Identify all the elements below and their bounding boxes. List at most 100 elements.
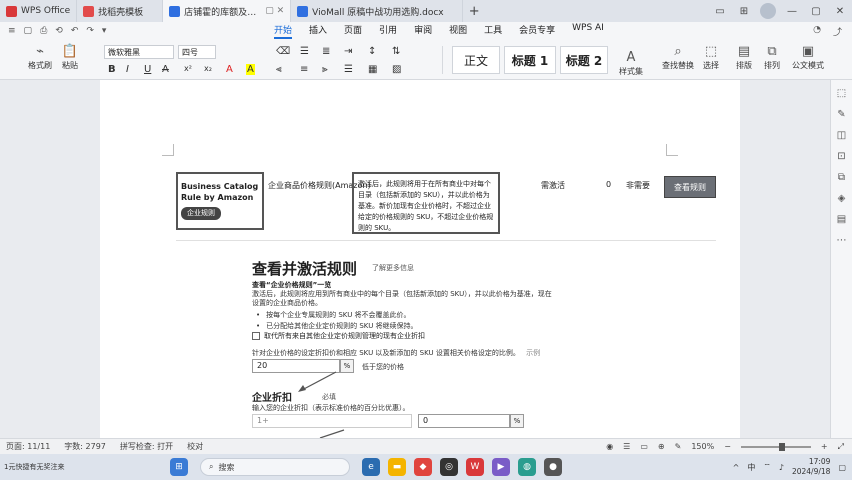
layout-button[interactable]: ▤ 排版	[732, 44, 756, 71]
taskbar-search[interactable]: ⌕ 搜索	[200, 458, 350, 476]
more-icon[interactable]: ⋯	[837, 235, 847, 246]
clear-format-icon[interactable]: ⌫	[276, 46, 290, 57]
edge-icon[interactable]: e	[362, 458, 380, 476]
discount-input[interactable]: 0	[418, 414, 510, 428]
network-icon[interactable]: ⌔	[763, 462, 771, 472]
tab-document-active[interactable]: 店铺霍的库额及针对不确员友 ▢ ✕	[163, 0, 292, 22]
strikethrough-button[interactable]: A	[162, 64, 169, 75]
superscript-button[interactable]: x²	[184, 64, 192, 73]
align-left-icon[interactable]: ⫷	[276, 64, 282, 75]
line-spacing-icon[interactable]: ↕	[368, 46, 376, 57]
paste-button[interactable]: 📋 粘贴	[58, 44, 82, 71]
new-tab-button[interactable]: +	[463, 0, 485, 22]
grid-icon[interactable]: ⊞	[732, 0, 756, 22]
chat-icon[interactable]: ◍	[518, 458, 536, 476]
justify-icon[interactable]: ☰	[344, 64, 353, 75]
style-set-button[interactable]: A 样式集	[616, 50, 646, 77]
list-icon[interactable]: ☰	[300, 46, 309, 57]
list-view-icon[interactable]: ☰	[623, 442, 630, 451]
underline-button[interactable]: U	[144, 64, 151, 75]
indent-icon[interactable]: ⇥	[344, 46, 352, 57]
pen-icon[interactable]: ✎	[675, 442, 682, 451]
menu-icon[interactable]: ≡	[8, 26, 16, 36]
menu-review[interactable]: 审阅	[414, 23, 432, 39]
windows-start-icon[interactable]: ⊞	[170, 458, 188, 476]
save-icon[interactable]: ▢	[24, 26, 33, 36]
chevron-up-icon[interactable]: ^	[733, 463, 740, 472]
web-view-icon[interactable]: ⊕	[658, 442, 665, 451]
spell-check[interactable]: 拼写检查: 打开	[120, 441, 173, 452]
refresh-icon[interactable]: ⟲	[55, 26, 63, 36]
shape-icon[interactable]: ◈	[838, 193, 846, 204]
style-heading-2[interactable]: 标题 2	[560, 46, 608, 74]
media-icon[interactable]: ▶	[492, 458, 510, 476]
learn-more-link[interactable]: 了解更多信息	[372, 263, 414, 273]
notification-icon[interactable]: ▢	[838, 463, 846, 472]
menu-view[interactable]: 视图	[449, 23, 467, 39]
replace-discount-checkbox-row[interactable]: 取代所有来自其他企业定价规则管理的现有企业折扣	[252, 331, 425, 341]
recorder-icon[interactable]: ●	[544, 458, 562, 476]
select-icon[interactable]: ⬚	[837, 88, 846, 99]
subscript-button[interactable]: x₂	[204, 64, 212, 73]
menu-references[interactable]: 引用	[379, 23, 397, 39]
arrange-button[interactable]: ⧉ 排列	[760, 44, 784, 71]
font-name-select[interactable]: 微软雅黑	[104, 45, 174, 59]
align-right-icon[interactable]: ⫸	[322, 64, 328, 75]
font-size-select[interactable]: 四号	[178, 45, 216, 59]
discount-input-left[interactable]: 1+	[252, 414, 412, 428]
menu-wps-ai[interactable]: WPS AI	[572, 23, 604, 39]
eye-icon[interactable]: ◉	[606, 442, 613, 451]
edit-icon[interactable]: ✎	[837, 109, 845, 120]
clock[interactable]: 17:09 2024/9/18	[792, 457, 830, 477]
menu-tools[interactable]: 工具	[484, 23, 502, 39]
checkbox[interactable]	[252, 332, 260, 340]
menu-page[interactable]: 页面	[344, 23, 362, 39]
close-window-icon[interactable]: ✕	[828, 0, 852, 22]
menu-member[interactable]: 会员专享	[519, 23, 555, 39]
copy-icon[interactable]: ⧉	[838, 172, 845, 183]
news-ticker[interactable]: 1元快捷有无奖注来	[0, 463, 70, 472]
tab-document-2[interactable]: VioMall 原稿中战功用选购.docx	[291, 0, 464, 22]
minimize-icon[interactable]: —	[780, 0, 804, 22]
rule-chip[interactable]: 企业规则	[181, 207, 221, 220]
zoom-slider-knob[interactable]	[779, 442, 786, 451]
formula-mode-button[interactable]: ▣ 公文模式	[790, 44, 826, 71]
panel-icon[interactable]: ◫	[837, 130, 846, 141]
language-indicator[interactable]: 中	[747, 462, 755, 473]
page-count[interactable]: 页面: 11/11	[6, 441, 50, 452]
tab-templates[interactable]: 找稻壳模板	[77, 0, 164, 22]
maximize-icon[interactable]: ▢	[804, 0, 828, 22]
app-icon[interactable]: ◆	[414, 458, 432, 476]
redo-icon[interactable]: ↷	[86, 26, 94, 36]
table-icon[interactable]: ▤	[837, 214, 846, 225]
highlight-button[interactable]: A	[246, 64, 255, 75]
avatar[interactable]	[760, 3, 776, 19]
numbered-list-icon[interactable]: ≣	[322, 46, 330, 57]
shading-icon[interactable]: ▨	[392, 64, 401, 75]
zoom-out-icon[interactable]: −	[724, 442, 731, 451]
style-normal[interactable]: 正文	[452, 46, 500, 74]
border-icon[interactable]: ▦	[368, 64, 377, 75]
frame-icon[interactable]: ⊡	[837, 151, 845, 162]
font-color-button[interactable]: A	[226, 64, 233, 75]
page-view-icon[interactable]: ▭	[640, 442, 648, 451]
chevron-down-icon[interactable]: ▾	[102, 26, 107, 36]
folder-icon[interactable]: ▬	[388, 458, 406, 476]
share-icon[interactable]: ⤴	[833, 25, 842, 38]
bold-button[interactable]: B	[108, 64, 116, 75]
print-icon[interactable]: ⎙	[40, 26, 47, 36]
zoom-level[interactable]: 150%	[691, 442, 714, 451]
tab-wps-office[interactable]: WPS Office	[0, 0, 78, 22]
fit-icon[interactable]: ⤢	[838, 442, 844, 452]
menu-insert[interactable]: 插入	[309, 23, 327, 39]
wps-icon[interactable]: W	[466, 458, 484, 476]
select-button[interactable]: ⬚ 选择	[698, 44, 724, 71]
menu-home[interactable]: 开始	[274, 23, 293, 39]
word-count[interactable]: 字数: 2797	[64, 441, 106, 452]
history-icon[interactable]: ◔	[813, 25, 821, 38]
zoom-in-icon[interactable]: +	[821, 442, 828, 451]
style-heading-1[interactable]: 标题 1	[504, 46, 556, 74]
sort-icon[interactable]: ⇅	[392, 46, 400, 57]
find-replace-button[interactable]: ⌕ 查找替换	[660, 44, 696, 71]
volume-icon[interactable]: ♪	[779, 463, 784, 472]
